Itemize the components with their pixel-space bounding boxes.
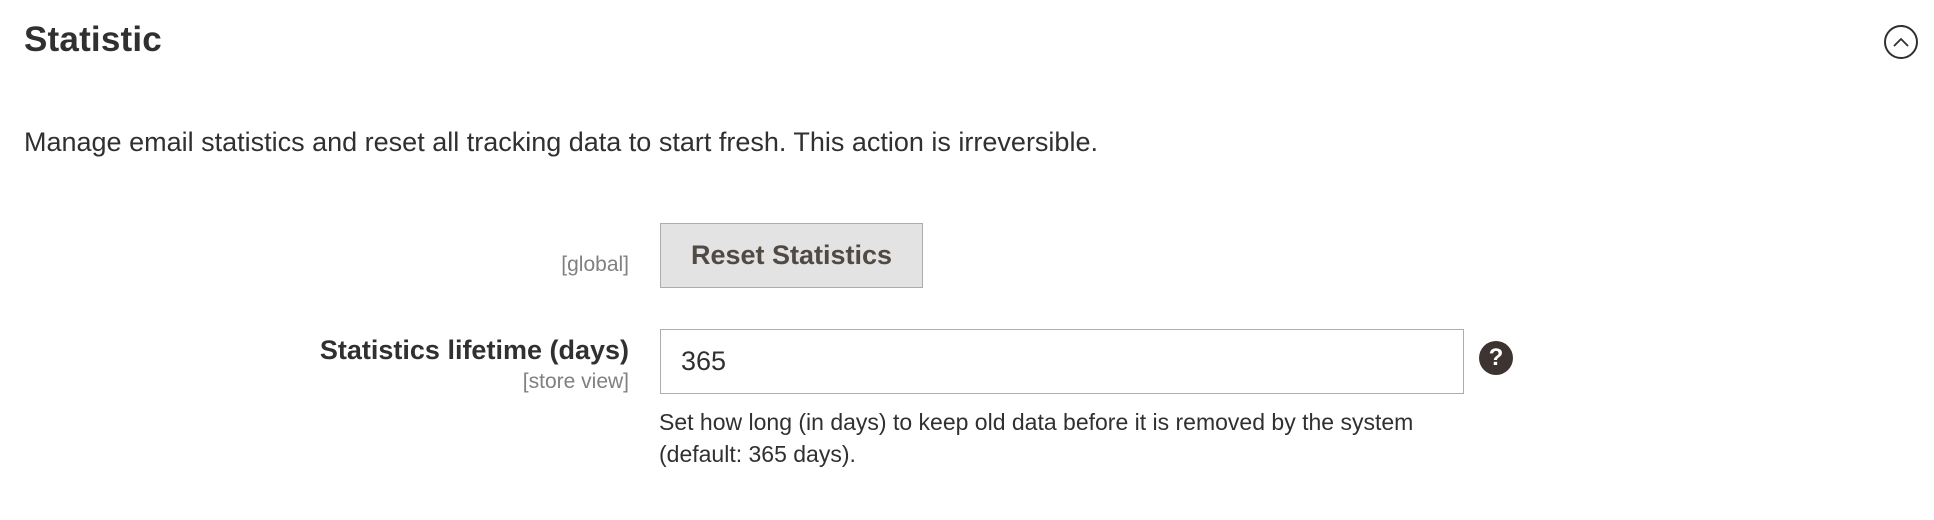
statistics-lifetime-input[interactable] [660,329,1464,394]
reset-scope-label: [global] [561,253,629,276]
chevron-up-icon [1893,38,1909,47]
reset-statistics-button[interactable]: Reset Statistics [660,223,923,288]
section-title: Statistic [24,20,162,59]
question-mark-icon[interactable]: ? [1479,341,1513,375]
lifetime-field-note: Set how long (in days) to keep old data … [659,409,1414,467]
lifetime-scope-label: [store view] [522,370,629,393]
section-description: Manage email statistics and reset all tr… [24,127,1098,157]
collapse-toggle-button[interactable] [1884,25,1918,59]
lifetime-field-label: Statistics lifetime (days) [319,335,629,365]
